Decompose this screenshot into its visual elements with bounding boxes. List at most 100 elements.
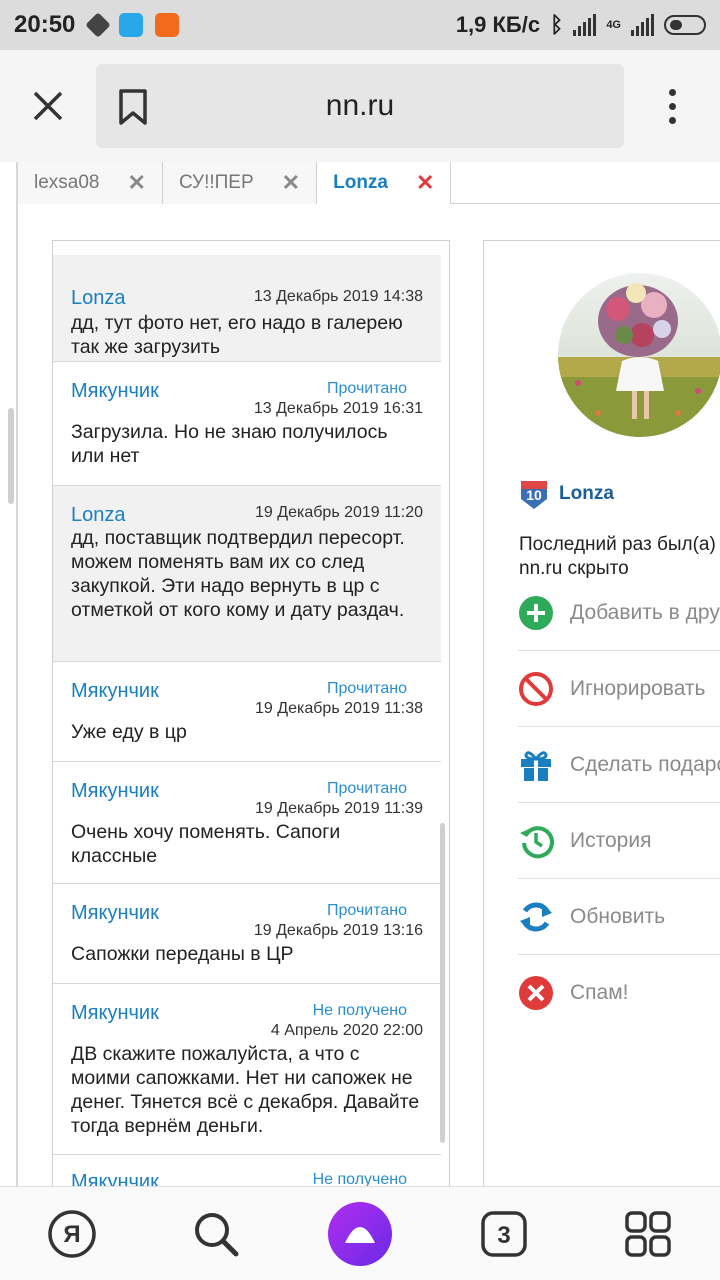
level-badge-icon: 10 [521, 481, 547, 509]
message-item: Lonza 19 Декабрь 2019 11:20 дд, поставщи… [53, 486, 441, 662]
action-label: Обновить [570, 904, 666, 928]
signal-icon-2 [631, 14, 654, 36]
tab-label: Lonza [333, 172, 388, 193]
message-status: Прочитано [327, 380, 407, 397]
message-item: Мякунчик Прочитано 19 Декабрь 2019 11:39… [53, 762, 441, 884]
status-time: 20:50 [14, 11, 76, 38]
level-number: 10 [526, 487, 542, 503]
last-seen-line: Последний раз был(а) на [519, 534, 720, 555]
spam-icon [519, 976, 553, 1010]
message-author[interactable]: Мякунчик [71, 680, 159, 703]
page-edge [16, 162, 18, 1186]
close-tab-icon[interactable]: ✕ [128, 170, 146, 196]
ignore-button[interactable]: Игнорировать [518, 651, 720, 727]
message-text: дд, тут фото нет, его надо в галерею так… [71, 312, 403, 358]
action-label: Добавить в друзья [570, 600, 720, 624]
action-label: Игнорировать [570, 676, 706, 700]
message-date: 19 Декабрь 2019 13:16 [253, 922, 423, 939]
tab-super[interactable]: СУ!!ПЕР ✕ [162, 162, 318, 204]
tab-lonza[interactable]: Lonza ✕ [317, 162, 452, 204]
network-speed: 1,9 КБ/с [455, 12, 541, 37]
add-friend-button[interactable]: Добавить в друзья [518, 575, 720, 651]
message-text: ДВ скажите пожалуйста, а что с моими сап… [71, 1043, 420, 1137]
dialog-tabs: lexsa08 ✕ СУ!!ПЕР ✕ Lonza ✕ [18, 162, 720, 204]
message-status: Не получено [312, 1002, 407, 1019]
message-text: Сапожки переданы в ЦР [71, 943, 294, 965]
bookmark-icon[interactable] [118, 88, 148, 126]
profile-name[interactable]: Lonza [559, 483, 614, 505]
address-bar[interactable]: nn.ru [96, 64, 624, 148]
tabs-button[interactable]: 3 [469, 1199, 539, 1269]
yandex-letter: Я [63, 1221, 80, 1248]
search-button[interactable] [181, 1199, 251, 1269]
url-text: nn.ru [325, 89, 395, 122]
grid-icon [625, 1210, 671, 1257]
message-author[interactable]: Мякунчик [71, 1171, 159, 1186]
message-author[interactable]: Мякунчик [71, 380, 159, 403]
signal-icon [573, 14, 597, 36]
browser-toolbar: nn.ru [0, 50, 720, 162]
close-tab-icon[interactable]: ✕ [282, 170, 300, 196]
close-icon [33, 91, 63, 121]
last-seen-text: Последний раз был(а) на nn.ru скрыто [519, 533, 720, 581]
message-list[interactable]: Lonza 13 Декабрь 2019 14:38 дд, тут фото… [52, 240, 450, 1186]
network-type: 4G [606, 19, 621, 31]
battery-icon [664, 15, 706, 35]
recorder-icon [155, 13, 180, 37]
message-item: Мякунчик Прочитано 19 Декабрь 2019 11:38… [53, 662, 441, 762]
message-date: 19 Декабрь 2019 11:39 [255, 800, 423, 817]
chat-scrollbar[interactable] [440, 823, 445, 1143]
message-status: Не получено [312, 1171, 407, 1186]
message-item: Мякунчик Прочитано 19 Декабрь 2019 13:16… [53, 884, 441, 984]
tab-lexsa08[interactable]: lexsa08 ✕ [18, 162, 163, 204]
message-author[interactable]: Lonza [71, 504, 126, 527]
ignore-icon [519, 671, 553, 706]
message-status: Прочитано [327, 780, 407, 797]
message-text: Очень хочу поменять. Сапоги классные [71, 821, 341, 867]
message-author[interactable]: Мякунчик [71, 902, 159, 925]
refresh-button[interactable]: Обновить [518, 879, 720, 955]
refresh-icon [520, 902, 552, 931]
add-friend-icon [519, 595, 553, 630]
message-item: Мякунчик Не получено [53, 1155, 441, 1186]
history-button[interactable]: История [518, 803, 720, 879]
action-label: Сделать подарок [570, 752, 720, 776]
message-item: Мякунчик Прочитано 13 Декабрь 2019 16:31… [53, 362, 441, 486]
gift-button[interactable]: Сделать подарок [518, 727, 720, 803]
avatar-image [558, 273, 720, 437]
message-author[interactable]: Lonza [71, 287, 126, 310]
close-button[interactable] [0, 50, 96, 162]
message-status: Прочитано [327, 902, 407, 919]
message-status: Прочитано [327, 680, 407, 697]
profile-panel: 10 Lonza Последний раз был(а) на nn.ru с… [483, 240, 720, 1186]
tools-icon [85, 12, 112, 38]
tabs-icon: 3 [481, 1210, 527, 1257]
history-icon [520, 825, 554, 858]
gift-icon [521, 750, 551, 781]
yandex-home-button[interactable]: Я [37, 1199, 107, 1269]
message-date: 13 Декабрь 2019 16:31 [253, 400, 423, 417]
tab-label: lexsa08 [34, 172, 100, 193]
alice-button[interactable] [325, 1199, 395, 1269]
bottom-navigation: Я 3 [0, 1186, 720, 1280]
message-date: 13 Декабрь 2019 14:38 [253, 288, 423, 305]
message-date: 19 Декабрь 2019 11:20 [255, 504, 423, 521]
apps-grid-button[interactable] [613, 1199, 683, 1269]
tabs-count: 3 [497, 1222, 510, 1249]
avatar[interactable] [558, 273, 720, 437]
page-scrollbar[interactable] [8, 408, 14, 504]
message-date: 19 Декабрь 2019 11:38 [255, 700, 423, 717]
spam-button[interactable]: Спам! [518, 955, 720, 1031]
action-label: История [570, 828, 652, 852]
action-label: Спам! [570, 981, 629, 1004]
page-content: lexsa08 ✕ СУ!!ПЕР ✕ Lonza ✕ Lonza 13 Дек… [0, 162, 720, 1186]
message-text: Загрузила. Но не знаю получилось или нет [71, 421, 388, 467]
close-tab-icon[interactable]: ✕ [416, 170, 434, 196]
search-icon [195, 1212, 239, 1256]
yandex-icon: Я [48, 1209, 96, 1258]
message-author[interactable]: Мякунчик [71, 780, 159, 803]
message-author[interactable]: Мякунчик [71, 1002, 159, 1025]
more-menu-button[interactable] [624, 50, 720, 162]
message-item: Мякунчик Не получено 4 Апрель 2020 22:00… [53, 984, 441, 1155]
message-item: Lonza 13 Декабрь 2019 14:38 дд, тут фото… [53, 255, 441, 362]
